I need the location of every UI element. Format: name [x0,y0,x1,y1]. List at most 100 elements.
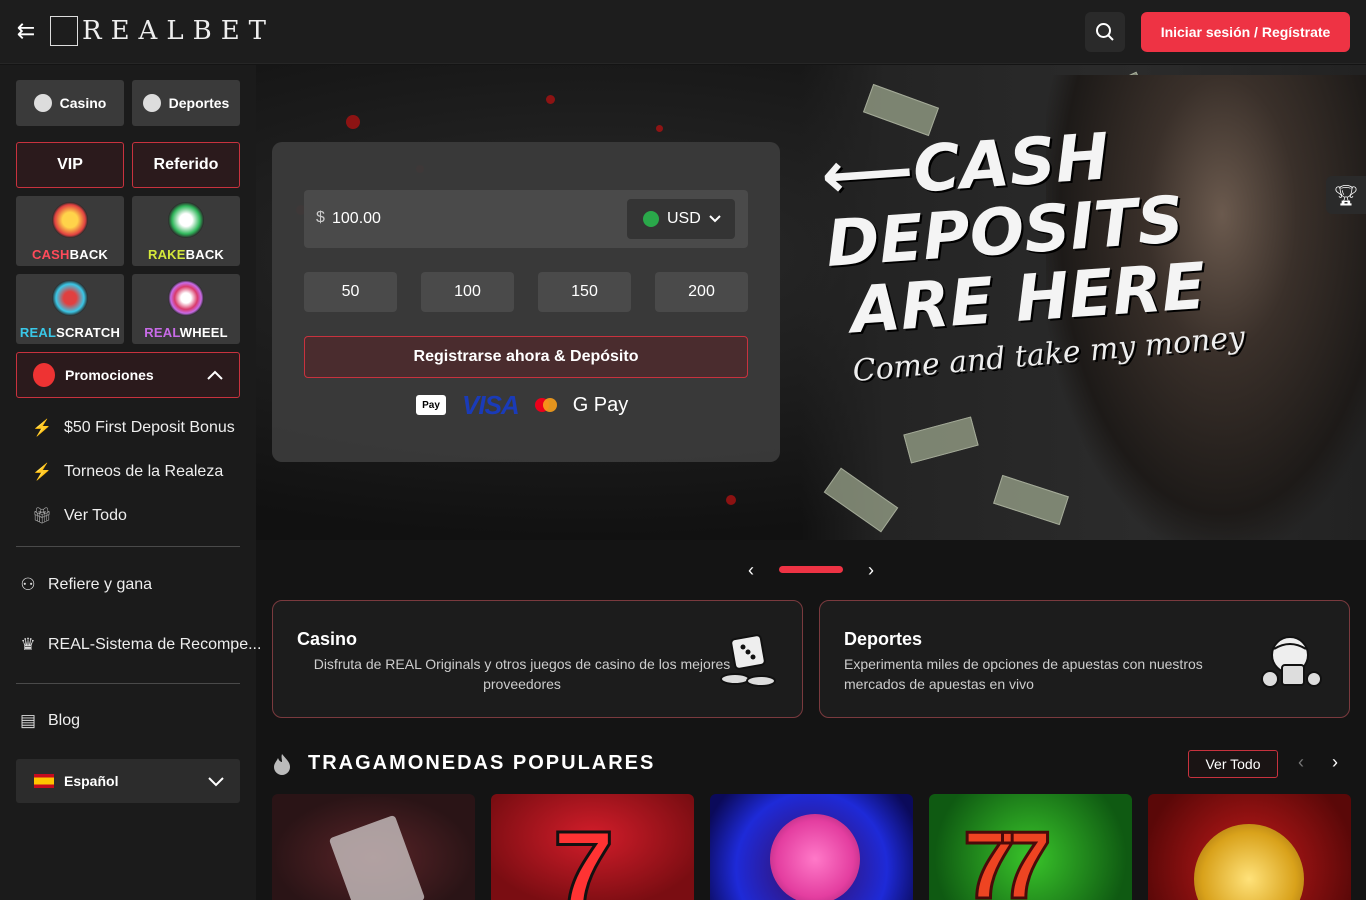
nav-label: Refiere y gana [48,576,153,593]
dice-chips-icon [720,634,776,687]
rakeback-tile[interactable]: RAKEBACK [132,196,240,266]
tab-deportes-label: Deportes [168,95,230,111]
promo-item-first-deposit[interactable]: ⚡ $50 First Deposit Bonus [32,414,235,442]
currency-sign: $ [316,209,325,226]
crown-icon: ♛ [20,635,36,654]
category-title: Casino [297,629,358,649]
category-description: Experimenta miles de opciones de apuesta… [844,656,1203,692]
chevron-up-icon [207,370,223,380]
collapse-sidebar-arrow-icon[interactable]: ⇇ [14,20,38,44]
quick-amount-100[interactable]: 100 [421,272,514,312]
promotions-toggle[interactable]: Promociones [16,352,240,398]
promo-item-label: Ver Todo [64,507,127,524]
carousel-prev-button[interactable]: ‹ [742,560,760,580]
currency-select[interactable]: USD [627,199,735,239]
lollipop-art [770,814,860,900]
cashback-label: CASHBACK [32,247,108,262]
nav-label: Blog [48,712,81,729]
nav-refiere-y-gana[interactable]: ⚇ Refiere y gana [18,571,152,599]
currency-label: USD [667,210,701,227]
game-tile[interactable] [272,794,475,900]
nav-blog[interactable]: ▤ Blog [18,707,80,735]
playing-card-art [328,814,426,900]
logo-mark [50,16,78,46]
promo-item-label: Torneos de la Realeza [64,463,224,480]
spain-flag-icon [34,774,54,788]
apple-pay-icon: Pay [416,395,446,415]
google-pay-icon: G Pay [572,393,629,416]
lightning-icon: ⚡ [32,464,52,481]
flame-icon [274,754,290,775]
sports-ball-icon [142,94,161,112]
section-next-button[interactable]: › [1326,752,1344,774]
triple-seven-art: 77 [962,812,1054,900]
amount-input[interactable] [332,206,612,232]
realwheel-icon [168,280,204,316]
search-icon [1096,23,1114,41]
decor-splat [346,115,360,129]
nav-label: REAL-Sistema de Recompe... [48,636,262,653]
deposit-card: $ USD 50 100 150 200 Registrarse ahora &… [272,142,780,462]
cashback-tile[interactable]: CASHBACK [16,196,124,266]
realscratch-icon [52,280,88,316]
seven-art: 7 [551,809,615,900]
decor-splat [656,125,663,132]
category-description: Disfruta de REAL Originals y otros juego… [313,656,731,692]
logo-text: REALBET [82,16,276,46]
tab-casino-label: Casino [59,95,107,111]
language-select[interactable]: Español [16,759,240,803]
game-tile[interactable]: 77 [929,794,1132,900]
vip-button[interactable]: VIP [16,142,124,188]
usd-coin-icon [643,211,659,227]
gold-coin-art [1194,824,1304,900]
realscratch-tile[interactable]: REALSCRATCH [16,274,124,344]
gift-icon: 🎁︎ [32,508,53,525]
quick-amount-50[interactable]: 50 [304,272,397,312]
sidebar-divider [16,683,240,684]
realscratch-label: REALSCRATCH [19,325,121,340]
payment-methods: Pay VISA G Pay [416,390,629,420]
carousel-next-button[interactable]: › [862,560,880,580]
nav-recompensas[interactable]: ♛ REAL-Sistema de Recompe... [18,631,261,659]
promotions-label: Promociones [65,367,154,383]
promo-item-torneos[interactable]: ⚡ Torneos de la Realeza [32,458,223,486]
tab-deportes[interactable]: Deportes [132,80,240,126]
login-register-button[interactable]: Iniciar sesión / Regístrate [1141,12,1350,52]
realwheel-label: REALWHEEL [144,325,228,340]
register-deposit-button[interactable]: Registrarse ahora & Depósito [304,336,748,378]
game-tile[interactable] [710,794,913,900]
search-button[interactable] [1085,12,1125,52]
category-card-deportes[interactable]: Deportes Experimenta miles de opciones d… [819,600,1350,718]
quick-amount-200[interactable]: 200 [655,272,748,312]
amount-field[interactable]: $ USD [304,190,748,248]
quick-amount-150[interactable]: 150 [538,272,631,312]
rakeback-label: RAKEBACK [148,247,224,262]
sports-ball-dice-icon [1261,636,1322,688]
section-prev-button[interactable]: ‹ [1292,752,1310,774]
carousel-indicator-active[interactable] [779,566,843,573]
lightning-icon: ⚡ [32,420,52,437]
referido-button[interactable]: Referido [132,142,240,188]
rakeback-icon [168,202,204,238]
game-tile[interactable]: 7 [491,794,694,900]
promo-item-label: $50 First Deposit Bonus [64,419,235,436]
promo-item-ver-todo[interactable]: 🎁︎ Ver Todo [32,502,127,530]
view-all-button[interactable]: Ver Todo [1188,750,1278,778]
tab-casino[interactable]: Casino [16,80,124,126]
promotions-megaphone-icon [33,363,55,387]
realwheel-tile[interactable]: REALWHEEL [132,274,240,344]
referral-tree-icon: ⚇ [20,575,36,594]
top-header: ⇇ REALBET Iniciar sesión / Regístrate [0,0,1366,64]
cashback-icon [52,202,88,238]
chevron-down-icon [208,777,224,787]
trophy-button[interactable]: 🏆︎ [1326,176,1366,214]
game-tile[interactable] [1148,794,1351,900]
language-label: Español [64,773,119,789]
banner-headline: ⟵CASH DEPOSITS ARE HERE [819,120,1208,349]
section-title: TRAGAMONEDAS POPULARES [308,752,656,774]
casino-chip-icon [33,94,52,112]
category-title: Deportes [844,629,923,649]
decor-splat [546,95,555,104]
realbet-logo[interactable]: REALBET [50,14,275,48]
category-card-casino[interactable]: Casino Disfruta de REAL Originals y otro… [272,600,803,718]
